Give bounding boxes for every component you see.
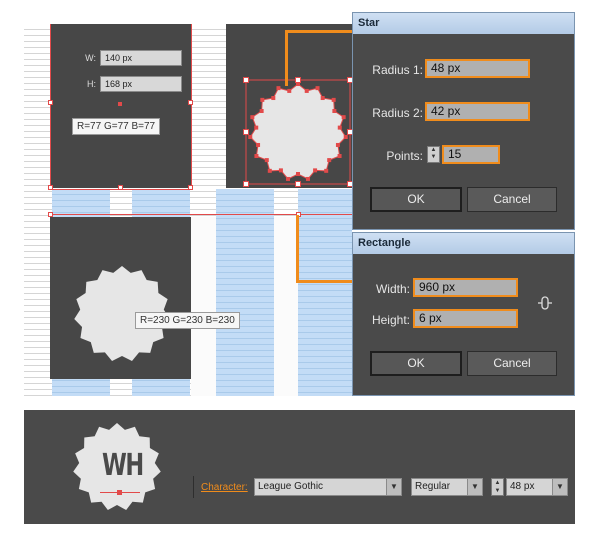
color-tooltip-dark: R=77 G=77 B=77 [72,118,161,135]
character-panel-link[interactable]: Character: [201,482,248,493]
resize-handle[interactable] [295,77,301,83]
artboard-canvas[interactable]: W: 140 px H: 168 px R=77 G=77 B=77 R=230… [24,24,352,396]
star-ok-button[interactable]: OK [370,187,462,212]
font-size-stepper[interactable]: ▲ ▼ [491,478,504,496]
resize-handle[interactable] [118,185,123,190]
anchor-point[interactable] [259,109,264,113]
anchor-point[interactable] [343,135,348,140]
anchor-point[interactable] [327,158,332,163]
width-readout-label: W: [85,53,96,63]
font-family-value: League Gothic [258,481,324,492]
anchor-point[interactable] [254,154,259,158]
star-dialog[interactable]: Star Radius 1: 48 px Radius 2: 42 px Poi… [352,12,575,230]
anchor-point[interactable] [331,97,336,102]
baseline-point [117,490,122,495]
anchor-point[interactable] [271,96,276,101]
height-readout: H: 168 px [74,76,182,92]
anchor-point[interactable] [254,125,259,130]
font-style-dropdown[interactable]: Regular ▼ [411,478,483,496]
rectangle-guide-line [50,214,352,215]
star-cancel-button[interactable]: Cancel [467,187,557,212]
resize-handle[interactable] [48,100,53,105]
rect-ok-button[interactable]: OK [370,351,462,376]
anchor-point[interactable] [264,158,269,163]
rect-cancel-button[interactable]: Cancel [467,351,557,376]
star-connector-line [285,30,288,86]
anchor-point[interactable] [248,135,253,140]
resize-handle[interactable] [48,185,53,190]
anchor-point[interactable] [332,109,337,113]
link-constrain-icon[interactable] [537,295,553,311]
grid-column [298,189,352,396]
star-dialog-title: Star [353,13,574,34]
resize-handle[interactable] [243,129,249,135]
grid-gutter [191,217,216,396]
color-tooltip-light: R=230 G=230 B=230 [135,312,240,329]
grid-column [216,189,274,396]
radius2-label: Radius 2: [372,106,423,120]
guide-handle[interactable] [48,212,53,217]
character-panel: WH Character: League Gothic ▼ Regular ▼ … [24,410,575,524]
anchor-point[interactable] [276,86,281,91]
selection-bounding-box[interactable] [50,24,192,190]
wh-logo-text: WH [102,448,144,483]
anchor-point[interactable] [250,115,255,120]
radius1-label: Radius 1: [372,63,423,77]
resize-handle[interactable] [188,100,193,105]
radius2-input[interactable]: 42 px [425,102,530,121]
anchor-point[interactable] [296,172,300,176]
center-point [118,102,122,106]
anchor-point[interactable] [305,176,310,181]
anchor-point[interactable] [337,154,342,158]
rectangle-dialog[interactable]: Rectangle Width: 960 px Height: 6 px OK … [352,232,575,396]
anchor-point[interactable] [278,168,283,173]
radius1-input[interactable]: 48 px [425,59,530,78]
anchor-point[interactable] [324,168,329,173]
width-readout-value: 140 px [100,50,182,66]
anchor-point[interactable] [313,168,318,173]
panel-divider [193,476,194,498]
font-family-dropdown[interactable]: League Gothic ▼ [254,478,402,496]
anchor-point[interactable] [287,88,292,93]
height-readout-label: H: [87,79,96,89]
anchor-point[interactable] [267,168,272,173]
resize-handle[interactable] [243,181,249,187]
rect-width-label: Width: [375,282,410,296]
font-style-value: Regular [415,481,451,492]
rect-height-label: Height: [371,313,410,327]
chevron-down-icon: ▼ [552,479,567,495]
anchor-point[interactable] [286,176,291,181]
resize-handle[interactable] [243,77,249,83]
rect-height-input[interactable]: 6 px [413,309,518,328]
points-stepper[interactable]: ▲ ▼ [427,146,440,163]
star-shape-selected[interactable] [242,76,352,188]
rect-connector-line [296,215,299,283]
rect-width-input[interactable]: 960 px [413,278,518,297]
points-input[interactable]: 15 [442,145,500,164]
chevron-down-icon: ▼ [386,479,401,495]
anchor-point[interactable] [256,142,261,147]
anchor-point[interactable] [320,96,325,101]
resize-handle[interactable] [188,185,193,190]
anchor-point[interactable] [337,125,342,130]
width-readout: W: 140 px [74,50,182,66]
star-polygon[interactable] [249,83,347,180]
font-size-value: 48 px [510,481,535,492]
rectangle-dialog-title: Rectangle [353,233,574,254]
anchor-point[interactable] [304,88,309,93]
resize-handle[interactable] [295,181,301,187]
anchor-point[interactable] [341,115,346,120]
rect-connector-line [296,280,358,283]
grid-gutter [274,217,298,396]
chevron-down-icon: ▼ [467,479,482,495]
height-readout-value: 168 px [100,76,182,92]
star-connector-line [285,30,355,33]
points-label: Points: [386,149,423,163]
anchor-point[interactable] [315,86,320,91]
anchor-point[interactable] [335,142,340,147]
anchor-point[interactable] [260,97,265,102]
font-size-dropdown[interactable]: 48 px ▼ [506,478,568,496]
